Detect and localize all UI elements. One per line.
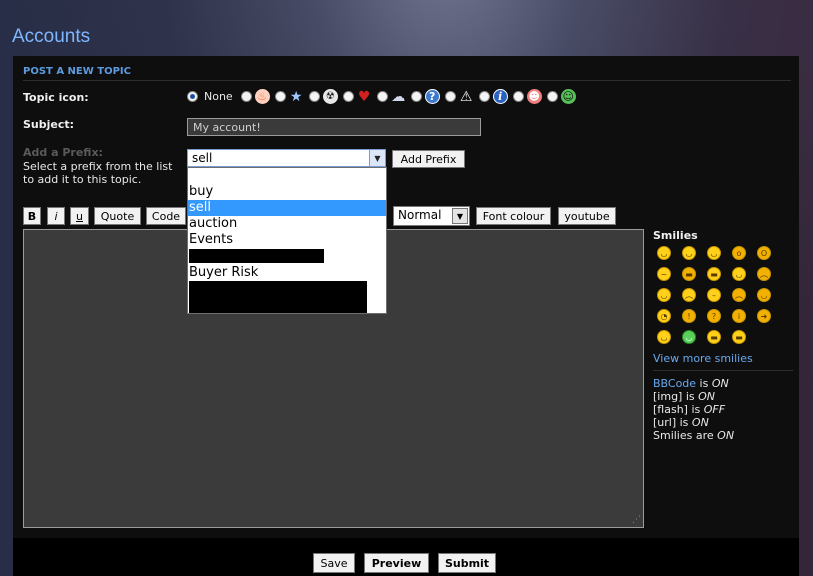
topic-icon-label: Topic icon: (23, 91, 89, 104)
smiley-laugh-icon[interactable]: ◡ (732, 267, 746, 281)
warning-icon: ⚠ (459, 88, 473, 105)
smiley-twisted-icon[interactable]: ◡ (757, 288, 771, 302)
subject-label: Subject: (23, 118, 75, 131)
prefix-dropdown-list[interactable]: buy sell auction Events Buyer Risk (187, 167, 387, 314)
smiley-mad-icon[interactable]: ︵ (757, 267, 771, 281)
smiley-wink-icon[interactable]: ◡ (707, 246, 721, 260)
prefix-select-value: sell (192, 151, 213, 165)
font-colour-button[interactable]: Font colour (476, 207, 551, 225)
prefix-option[interactable] (188, 168, 386, 184)
bbcode-link[interactable]: BBCode (653, 377, 696, 390)
submit-button[interactable]: Submit (438, 553, 496, 573)
info-icon: i (492, 89, 508, 104)
font-size-value: Normal (398, 208, 442, 222)
bbcode-state: ON (711, 377, 729, 390)
grin-icon: ☺ (560, 89, 576, 104)
font-size-select[interactable]: Normal ▼ (393, 206, 470, 226)
heart-icon: ♥ (357, 88, 371, 105)
smiley-confused-icon[interactable]: ~ (657, 267, 671, 281)
flash-state: OFF (703, 403, 726, 416)
underline-button[interactable]: u (70, 207, 89, 225)
radio-heart[interactable] (342, 91, 354, 102)
quote-button[interactable]: Quote (94, 207, 141, 225)
chevron-down-icon[interactable]: ▼ (369, 150, 385, 166)
img-text: [img] is (653, 390, 699, 403)
prefix-option-sell[interactable]: sell (188, 200, 386, 216)
post-topic-panel: POST A NEW TOPIC Topic icon: None ♨ ★ ☢ … (13, 56, 799, 538)
prefix-option-redacted-2[interactable] (188, 281, 386, 313)
radio-thought[interactable] (376, 91, 388, 102)
smiley-blank-icon[interactable]: ◡ (657, 330, 671, 344)
view-more-smilies-link[interactable]: View more smilies (653, 352, 793, 371)
radio-info[interactable] (478, 91, 490, 102)
smiley-evil-icon[interactable]: ︵ (732, 288, 746, 302)
smiley-question-icon[interactable]: ? (707, 309, 721, 323)
smiley-razz-icon[interactable]: ◡ (657, 288, 671, 302)
radio-flame[interactable] (240, 91, 252, 102)
flash-text: [flash] is (653, 403, 704, 416)
smiley-surprised-icon[interactable]: O (757, 246, 771, 260)
page-title: Accounts (12, 26, 91, 47)
question-icon: ? (424, 89, 440, 104)
smiley-grin-icon[interactable]: ◡ (657, 246, 671, 260)
smilies-grid: ◡ ◡ ◡ o O ~ ▬ ▬ ◡ ︵ ◡ ︵ – ︵ ◡ ◔ ! ? i ➜ … (653, 246, 793, 344)
prefix-select[interactable]: sell ▼ (187, 149, 386, 167)
thought-bubble-icon: ☁ (391, 88, 406, 105)
prefix-option-auction[interactable]: auction (188, 216, 386, 232)
url-text: [url] is (653, 416, 692, 429)
subject-input[interactable] (187, 118, 481, 136)
bbcode-text: is (696, 377, 712, 390)
prefix-option-events[interactable]: Events (188, 232, 386, 248)
topic-icon-options: None ♨ ★ ☢ ♥ ☁ ? ⚠ i ☻ ☺ (187, 88, 581, 105)
smiley-green-icon[interactable]: ◡ (682, 330, 696, 344)
smilies-text: Smilies are (653, 429, 718, 442)
bold-button[interactable]: B (23, 207, 41, 225)
url-state: ON (691, 416, 709, 429)
radio-question[interactable] (410, 91, 422, 102)
preview-button[interactable]: Preview (364, 553, 429, 573)
smiley-shocked-icon[interactable]: o (732, 246, 746, 260)
prefix-option-buyer-risk[interactable]: Buyer Risk (188, 265, 386, 281)
radio-radioactive[interactable] (308, 91, 320, 102)
radio-none[interactable] (187, 91, 198, 102)
resize-grip-icon[interactable]: ⋰ (632, 515, 641, 525)
smilies-sidebar: Smilies ◡ ◡ ◡ o O ~ ▬ ▬ ◡ ︵ ◡ ︵ – ︵ ◡ ◔ … (653, 229, 793, 442)
smiley-arrow-icon[interactable]: ➜ (757, 309, 771, 323)
prefix-label: Add a Prefix: (23, 146, 103, 159)
bbcode-status: BBCode is ON [img] is ON [flash] is OFF … (653, 377, 793, 442)
smiley-neutral-icon[interactable]: – (707, 288, 721, 302)
radio-warning[interactable] (444, 91, 456, 102)
radio-grin[interactable] (546, 91, 558, 102)
code-button[interactable]: Code (146, 207, 186, 225)
face-icon: ☻ (526, 89, 542, 104)
radio-star[interactable] (274, 91, 286, 102)
smilies-title: Smilies (653, 229, 698, 242)
smiley-idea-icon[interactable]: i (732, 309, 746, 323)
flame-icon: ♨ (254, 89, 270, 104)
panel-header: POST A NEW TOPIC (23, 66, 791, 81)
smilies-state: ON (717, 429, 735, 442)
smiley-smile-icon[interactable]: ◡ (682, 246, 696, 260)
smiley-sunglasses-icon[interactable]: ▬ (707, 267, 721, 281)
none-label: None (204, 90, 233, 103)
save-button[interactable]: Save (313, 553, 355, 573)
smiley-geek-icon[interactable]: ▬ (732, 330, 746, 344)
prefix-option-buy[interactable]: buy (188, 184, 386, 200)
italic-button[interactable]: i (47, 207, 65, 225)
prefix-help-text: Select a prefix from the list to add it … (23, 160, 173, 186)
prefix-option-redacted[interactable] (188, 249, 386, 265)
smiley-sad-icon[interactable]: ︵ (682, 288, 696, 302)
smiley-rolleyes-icon[interactable]: ◔ (657, 309, 671, 323)
smiley-glasses-icon[interactable]: ▬ (707, 330, 721, 344)
radio-face[interactable] (512, 91, 524, 102)
youtube-button[interactable]: youtube (558, 207, 616, 225)
radioactive-icon: ☢ (322, 89, 338, 104)
smiley-exclaim-icon[interactable]: ! (682, 309, 696, 323)
img-state: ON (698, 390, 716, 403)
smiley-cool-icon[interactable]: ▬ (682, 267, 696, 281)
chevron-down-icon[interactable]: ▼ (452, 208, 468, 224)
add-prefix-button[interactable]: Add Prefix (392, 150, 465, 168)
star-icon: ★ (289, 88, 303, 105)
